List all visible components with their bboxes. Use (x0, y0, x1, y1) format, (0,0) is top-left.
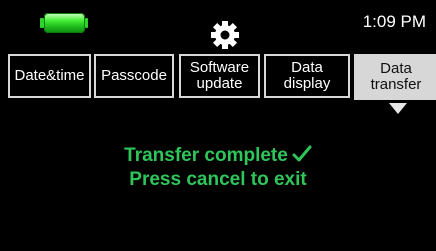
gear-icon[interactable] (211, 21, 239, 49)
checkmark-icon (292, 145, 312, 162)
tab-data-transfer[interactable]: Data transfer (354, 54, 436, 100)
transfer-complete-text: Transfer complete (124, 145, 288, 166)
tab-software-update[interactable]: Software update (179, 54, 260, 98)
clock-time: 1:09 PM (362, 12, 426, 31)
tab-data-display[interactable]: Data display (264, 54, 350, 98)
active-tab-indicator-icon (389, 103, 407, 114)
tab-passcode[interactable]: Passcode (94, 54, 174, 98)
cancel-instruction-text: Press cancel to exit (129, 169, 307, 190)
device-screen: 1:09 PM Date&time Passcode Software upda… (0, 0, 436, 251)
battery-full-icon (40, 13, 88, 33)
tab-date-time[interactable]: Date&time (8, 54, 91, 98)
status-message: Transfer complete Press cancel to exit (0, 144, 436, 192)
message-line-1: Transfer complete (0, 144, 436, 168)
